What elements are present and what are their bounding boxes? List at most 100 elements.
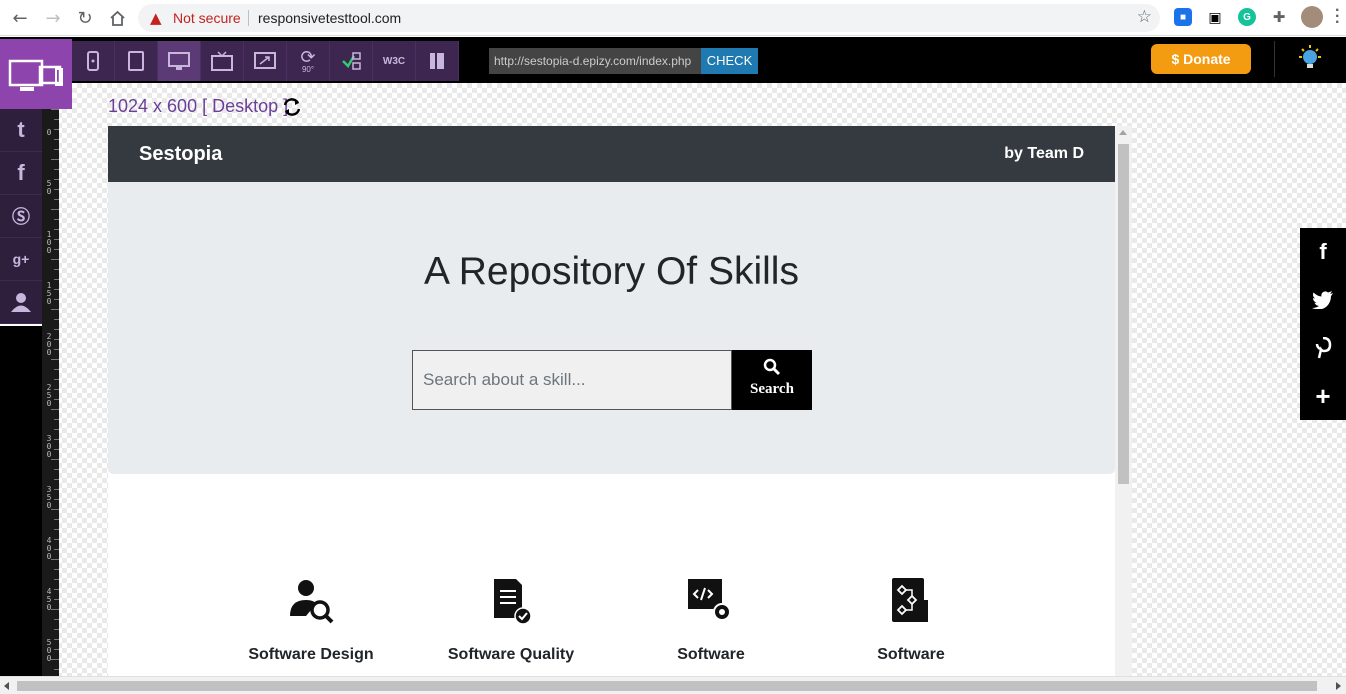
- compare-icon[interactable]: [330, 41, 373, 81]
- skill-label: Software Quality: [447, 646, 575, 663]
- ruler-tick: [54, 639, 59, 640]
- frame-scrollbar[interactable]: [1115, 126, 1132, 676]
- horizontal-scrollbar[interactable]: [0, 676, 1346, 694]
- facebook-icon[interactable]: f: [0, 152, 42, 195]
- ruler-tick: [51, 209, 59, 210]
- warning-icon: ▲: [150, 9, 162, 27]
- ruler-tick: [54, 249, 59, 250]
- url-text[interactable]: responsivetesttool.com: [258, 10, 401, 26]
- google-plus-icon[interactable]: g+: [0, 238, 42, 281]
- desktop-device-icon[interactable]: [158, 41, 201, 81]
- browser-menu-icon[interactable]: · · ·: [1335, 3, 1340, 31]
- rotate-arrow-icon: ⟳: [300, 47, 316, 67]
- book-icon[interactable]: [416, 41, 459, 81]
- skype-icon[interactable]: Ⓢ: [0, 195, 42, 238]
- ruler-tick: [54, 479, 59, 480]
- ruler-tick: [54, 399, 59, 400]
- left-panel-fill: [0, 326, 42, 676]
- twitter-share-icon[interactable]: [1300, 276, 1346, 324]
- mobile-device-icon[interactable]: [72, 41, 115, 81]
- address-divider: [248, 10, 249, 26]
- ruler-tick: [54, 149, 59, 150]
- ruler-tick: [54, 529, 59, 530]
- ruler-tick: [51, 159, 59, 160]
- frame-scroll-thumb[interactable]: [1118, 144, 1129, 484]
- skill-card[interactable]: Software Quality: [411, 576, 611, 664]
- reload-icon[interactable]: ↻: [73, 6, 97, 30]
- search-button[interactable]: Search: [732, 350, 812, 410]
- more-share-icon[interactable]: +: [1300, 372, 1346, 420]
- donate-button[interactable]: $ Donate: [1151, 44, 1251, 74]
- flowchart-doc-icon: [886, 576, 936, 626]
- ruler-label: 250: [46, 383, 52, 408]
- tumblr-icon[interactable]: t: [0, 109, 42, 152]
- scroll-right-icon[interactable]: [1336, 682, 1341, 690]
- ruler-label: 400: [46, 536, 52, 561]
- browser-toolbar: ← → ↻ ▲ Not secure responsivetesttool.co…: [0, 0, 1346, 36]
- hero-section: A Repository Of Skills Search about a sk…: [108, 182, 1115, 474]
- toolbar-divider: [1274, 41, 1275, 77]
- tv-device-icon[interactable]: [201, 41, 244, 81]
- app-logo[interactable]: [0, 39, 72, 109]
- device-toolbar: ⟳ 90° W3C: [72, 41, 459, 81]
- horizontal-scroll-thumb[interactable]: [17, 681, 1317, 691]
- facebook-share-icon[interactable]: f: [1300, 228, 1346, 276]
- search-button-label: Search: [750, 381, 794, 397]
- security-indicator[interactable]: Not secure: [173, 10, 241, 26]
- ruler-tick: [54, 119, 59, 120]
- skill-card[interactable]: Software: [811, 576, 1011, 664]
- skill-label: Software: [677, 646, 745, 663]
- back-icon[interactable]: ←: [8, 6, 32, 30]
- ruler-tick: [54, 239, 59, 240]
- skill-search-input[interactable]: Search about a skill...: [412, 350, 732, 410]
- address-bar[interactable]: ▲ Not secure responsivetesttool.com ☆: [138, 4, 1160, 32]
- ruler-tick: [54, 469, 59, 470]
- skill-card[interactable]: Software: [611, 576, 811, 664]
- skill-card[interactable]: Software Design: [211, 576, 411, 664]
- search-icon: [763, 358, 781, 376]
- ruler-tick: [54, 289, 59, 290]
- left-social-bar: t f Ⓢ g+: [0, 109, 42, 326]
- lightbulb-icon[interactable]: [1296, 44, 1324, 72]
- profile-avatar[interactable]: [1301, 6, 1323, 28]
- pinterest-share-icon[interactable]: [1300, 324, 1346, 372]
- ruler-tick: [54, 279, 59, 280]
- ruler-tick: [54, 539, 59, 540]
- ruler-tick: [54, 419, 59, 420]
- home-icon[interactable]: [105, 6, 129, 30]
- extension-ticket-icon[interactable]: ▣: [1206, 8, 1224, 26]
- rotate-90-icon[interactable]: ⟳ 90°: [287, 41, 330, 81]
- ruler-tick: [54, 499, 59, 500]
- ruler-tick: [54, 379, 59, 380]
- ruler-tick: [51, 359, 59, 360]
- site-brand[interactable]: Sestopia: [139, 143, 222, 166]
- skill-label: Software Design: [248, 646, 374, 663]
- ruler-tick: [54, 549, 59, 550]
- ruler-tick: [51, 609, 59, 610]
- w3c-validator-button[interactable]: W3C: [373, 41, 416, 81]
- ruler-tick: [54, 199, 59, 200]
- tablet-device-icon[interactable]: [115, 41, 158, 81]
- extensions-puzzle-icon[interactable]: ✚: [1270, 8, 1288, 26]
- ruler-tick: [54, 229, 59, 230]
- ruler-tick: [51, 409, 59, 410]
- grammarly-icon[interactable]: G: [1238, 8, 1256, 26]
- forward-icon[interactable]: →: [41, 6, 65, 30]
- ruler-tick: [54, 189, 59, 190]
- rotate-viewport-icon[interactable]: [281, 96, 303, 118]
- custom-size-icon[interactable]: [244, 41, 287, 81]
- ruler-label: 200: [46, 332, 52, 357]
- check-button[interactable]: CHECK: [701, 48, 758, 74]
- code-gear-icon: [686, 576, 736, 626]
- bookmark-star-icon[interactable]: ☆: [1137, 7, 1152, 27]
- test-url-input[interactable]: http://sestopia-d.epizy.com/index.php: [489, 48, 701, 74]
- extension-blue-icon[interactable]: ■: [1174, 8, 1192, 26]
- ruler-tick: [54, 519, 59, 520]
- user-icon[interactable]: [0, 281, 42, 324]
- site-byline: by Team D: [1004, 145, 1084, 162]
- ruler-tick: [54, 579, 59, 580]
- ruler-tick: [54, 489, 59, 490]
- scroll-up-icon[interactable]: [1119, 130, 1127, 135]
- ruler-tick: [54, 329, 59, 330]
- scroll-left-icon[interactable]: [4, 682, 9, 690]
